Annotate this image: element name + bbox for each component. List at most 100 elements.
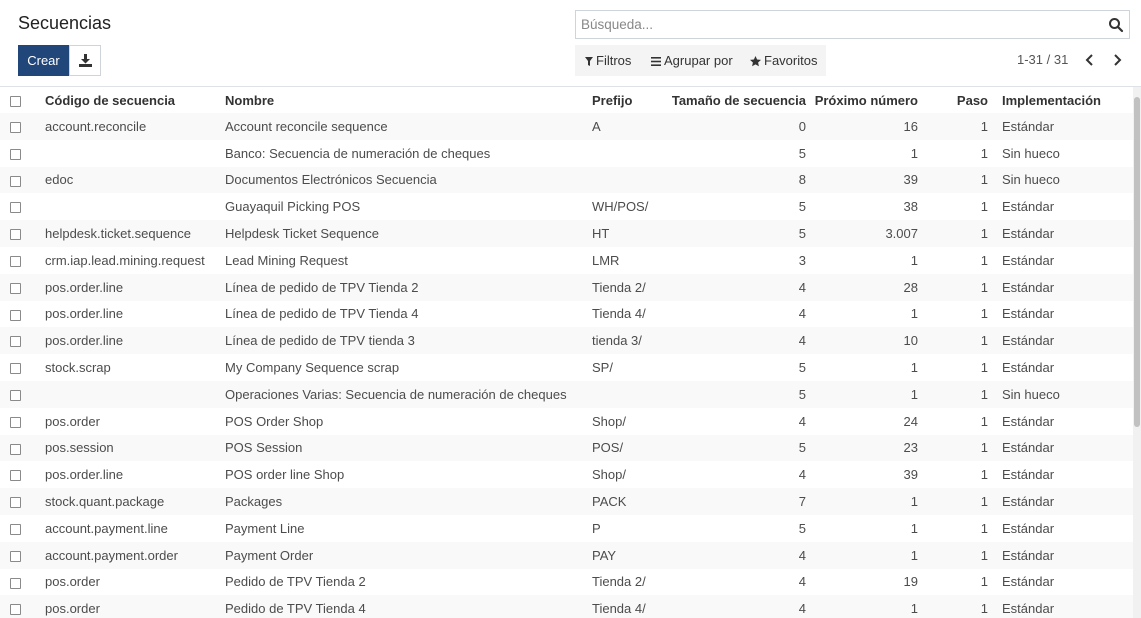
- cell-prefix: WH/POS/: [592, 199, 649, 215]
- table-body: account.reconcile Account reconcile seque…: [0, 113, 1133, 618]
- cell-prefix: tienda 3/: [592, 333, 642, 349]
- row-checkbox[interactable]: [10, 604, 21, 616]
- cell-prefix: POS/: [592, 440, 624, 456]
- table-row[interactable]: Banco: Secuencia de numeración de cheque…: [0, 140, 1133, 167]
- cell-size: 8: [798, 172, 806, 188]
- table-row[interactable]: Operaciones Varias: Secuencia de numerac…: [0, 380, 1133, 408]
- table-row[interactable]: pos.order POS Order Shop Shop/4 24 1 Estándar: [0, 408, 1133, 435]
- row-checkbox[interactable]: [10, 470, 21, 482]
- cell-step: 1: [980, 172, 988, 188]
- search-box[interactable]: [575, 10, 1130, 39]
- cell-prefix: [584, 167, 668, 194]
- table-row[interactable]: edoc Documentos Electrónicos Secuencia 8 39…: [0, 166, 1133, 194]
- table-row[interactable]: pos.order.line Línea de pedido de TPV Tie…: [0, 273, 1133, 301]
- table-row[interactable]: account.payment.order Payment Order PAY 4 1 1…: [0, 541, 1133, 569]
- row-checkbox[interactable]: [10, 175, 21, 187]
- favorites-button[interactable]: Favoritos: [750, 45, 817, 76]
- cell-name: Account reconcile sequence: [225, 118, 388, 134]
- table-row[interactable]: account.reconcile Account reconcile seque…: [0, 113, 1133, 140]
- scrollbar-thumb[interactable]: [1134, 97, 1140, 427]
- header-implementation[interactable]: Implementación: [994, 87, 1133, 113]
- search-input[interactable]: [581, 11, 1101, 38]
- cell-name: Payment Line: [225, 520, 305, 536]
- row-checkbox[interactable]: [10, 523, 21, 535]
- header-step[interactable]: Paso: [924, 87, 994, 113]
- row-checkbox[interactable]: [10, 202, 21, 214]
- row-checkbox[interactable]: [10, 229, 21, 241]
- cell-name: Banco: Secuencia de numeración de cheque…: [225, 145, 491, 161]
- cell-step: 1: [980, 574, 988, 590]
- row-checkbox[interactable]: [10, 282, 21, 294]
- cell-code: account.reconcile: [45, 118, 147, 134]
- cell-next: 10: [903, 333, 918, 349]
- table-row[interactable]: helpdesk.ticket.sequence Helpdesk Ticket …: [0, 220, 1133, 247]
- row-checkbox[interactable]: [10, 309, 21, 321]
- row-checkbox[interactable]: [10, 363, 21, 375]
- table-row[interactable]: crm.iap.lead.mining.request Lead Mining R…: [0, 247, 1133, 274]
- chevron-right-icon[interactable]: [1110, 53, 1124, 67]
- cell-step: 1: [980, 333, 988, 349]
- cell-name: POS Session: [225, 440, 303, 456]
- row-checkbox[interactable]: [10, 148, 21, 160]
- select-all-checkbox[interactable]: [10, 95, 21, 107]
- table-row[interactable]: account.payment.line Payment Line P 5 1 1 Está…: [0, 515, 1133, 542]
- group-by-button[interactable]: Agrupar por: [651, 45, 733, 76]
- row-checkbox[interactable]: [10, 497, 21, 509]
- search-icon[interactable]: [1108, 17, 1124, 33]
- filters-button[interactable]: Filtros: [585, 45, 631, 76]
- table-row[interactable]: stock.scrap My Company Sequence scrap SP/5…: [0, 354, 1133, 381]
- row-select-cell: [0, 220, 37, 247]
- cell-prefix: HT: [592, 226, 610, 242]
- row-checkbox[interactable]: [10, 443, 21, 455]
- cell-size: 5: [798, 440, 806, 456]
- row-checkbox[interactable]: [10, 255, 21, 267]
- header-prefix[interactable]: Prefijo: [584, 87, 668, 113]
- cell-next: 3.007: [885, 226, 918, 242]
- create-button[interactable]: Crear: [18, 45, 69, 76]
- row-checkbox[interactable]: [10, 121, 21, 133]
- table-row[interactable]: pos.order.line Línea de pedido de TPV tie…: [0, 327, 1133, 355]
- cell-implementation: Estándar: [1002, 494, 1055, 510]
- row-select-cell: [0, 595, 37, 618]
- cell-implementation: Estándar: [1002, 413, 1055, 429]
- control-panel: Secuencias Crear Filtros Agrupar por Fav…: [0, 0, 1141, 87]
- cell-step: 1: [980, 199, 988, 215]
- row-select-cell: [0, 461, 37, 488]
- table-row[interactable]: pos.order.line POS order line Shop Shop/4 3…: [0, 461, 1133, 488]
- cell-step: 1: [980, 226, 988, 242]
- pager-value[interactable]: 1-31 / 31: [1017, 52, 1068, 67]
- chevron-left-icon[interactable]: [1083, 53, 1097, 67]
- cell-code: edoc: [45, 172, 74, 188]
- cell-implementation: Estándar: [1002, 467, 1055, 483]
- header-next[interactable]: Próximo número: [812, 87, 924, 113]
- row-select-cell: [0, 167, 37, 194]
- scrollbar[interactable]: [1133, 87, 1141, 618]
- row-checkbox[interactable]: [10, 389, 21, 401]
- header-size[interactable]: Tamaño de secuencia: [668, 87, 812, 113]
- download-button[interactable]: [69, 45, 101, 76]
- download-icon: [79, 54, 92, 67]
- row-checkbox[interactable]: [10, 336, 21, 348]
- cell-next: 1: [910, 494, 918, 510]
- cell-prefix: Tienda 4/: [592, 601, 646, 617]
- cell-code: pos.order.line: [45, 279, 124, 295]
- table-row[interactable]: pos.order Pedido de TPV Tienda 4 Tienda 4/…: [0, 595, 1133, 618]
- table-row[interactable]: pos.session POS Session POS/5 23 1 Estándar: [0, 434, 1133, 462]
- header-name[interactable]: Nombre: [217, 87, 584, 113]
- cell-implementation: Sin hueco: [1002, 386, 1060, 402]
- cell-step: 1: [980, 520, 988, 536]
- table-row[interactable]: Guayaquil Picking POS WH/POS/5 38 1 Estándar: [0, 193, 1133, 220]
- row-select-cell: [0, 435, 37, 462]
- row-checkbox[interactable]: [10, 416, 21, 428]
- row-checkbox[interactable]: [10, 550, 21, 562]
- table-row[interactable]: pos.order.line Línea de pedido de TPV Tie…: [0, 301, 1133, 328]
- row-checkbox[interactable]: [10, 577, 21, 589]
- cell-next: 1: [910, 306, 918, 322]
- cell-size: 0: [798, 118, 806, 134]
- table-row[interactable]: stock.quant.package Packages PACK 7 1 1 Estánd…: [0, 488, 1133, 515]
- star-icon: [750, 56, 761, 67]
- table-row[interactable]: pos.order Pedido de TPV Tienda 2 Tienda 2/…: [0, 569, 1133, 596]
- cell-size: 5: [798, 520, 806, 536]
- favorites-label: Favoritos: [764, 53, 818, 68]
- header-code[interactable]: Código de secuencia: [37, 87, 217, 113]
